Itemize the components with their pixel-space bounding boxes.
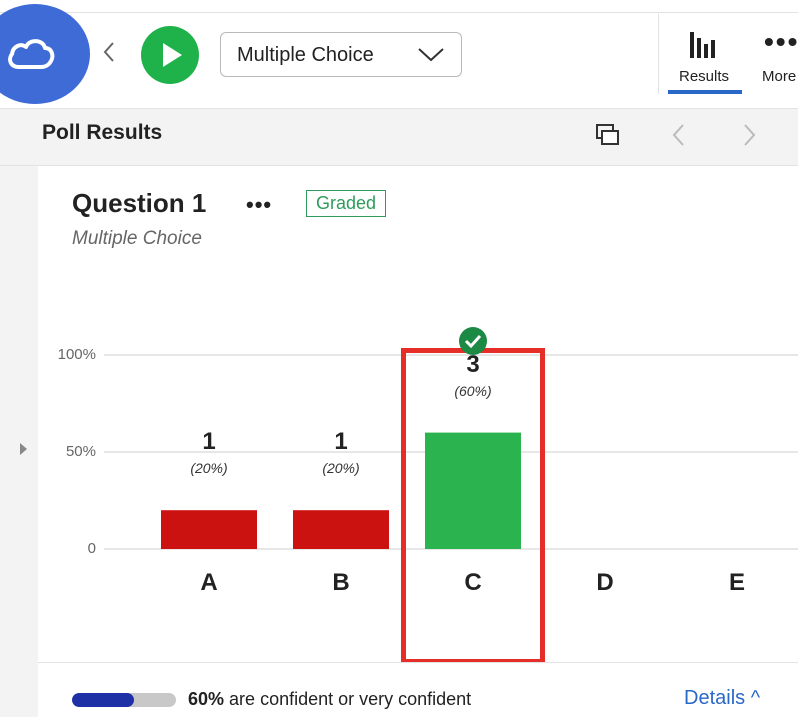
x-category-label: B [332,569,350,596]
bar-count-label: 1 [334,428,348,456]
bar-count-label: 1 [202,428,216,456]
question-type-value: Multiple Choice [237,44,374,66]
graded-badge: Graded [306,190,387,217]
correct-answer-highlight [401,348,545,664]
confidence-bar [72,693,176,707]
toolbar-divider [658,14,659,94]
app-logo[interactable] [0,4,90,104]
confidence-label: are confident or very confident [229,689,472,709]
question-more-button[interactable]: ••• [246,192,272,218]
top-toolbar: Multiple Choice Results ••• More [0,0,798,108]
tab-results-label: Results [678,68,730,85]
confidence-text: 60% are confident or very confident [188,689,471,710]
x-category-label: A [200,569,218,596]
question-card: Question 1 ••• Graded Multiple Choice 10… [38,166,798,717]
y-tick-label: 100% [57,346,96,363]
previous-question-icon[interactable] [668,121,690,149]
poll-results-header: Poll Results [0,108,798,166]
bar-percent-label: (20%) [322,460,360,477]
poll-app: Multiple Choice Results ••• More Poll Re… [0,0,798,717]
x-category-label: E [728,569,745,596]
question-subtitle: Multiple Choice [72,228,202,249]
bar-percent-label: (20%) [190,460,228,477]
tab-more[interactable]: ••• More [756,22,798,96]
results-chart: 100% 50% 0 1 (20%) A 1 (20%) B 3 (60%) C D E [38,326,798,686]
active-tab-indicator [668,90,742,94]
question-title: Question 1 [72,188,207,218]
bar-b [293,510,389,549]
x-category-label: D [596,569,614,596]
y-tick-label: 50% [65,443,96,460]
panel-title: Poll Results [42,121,163,144]
top-divider [0,12,798,13]
bar-chart-icon [690,32,715,58]
play-button[interactable] [141,26,199,84]
check-circle-icon [459,327,487,355]
popout-icon[interactable] [593,121,623,151]
caret-right-icon [20,443,27,455]
side-panel-toggle[interactable] [0,166,38,717]
chevron-left-icon[interactable] [100,40,118,64]
chevron-down-icon [418,48,444,62]
question-type-dropdown[interactable]: Multiple Choice [220,32,462,77]
bar-a [161,510,257,549]
play-icon [163,43,182,67]
confidence-bar-fill [72,693,135,707]
details-link[interactable]: Details ^ [684,687,760,710]
next-question-icon[interactable] [738,121,760,149]
tab-results[interactable]: Results [664,22,744,96]
more-dots-icon: ••• [764,26,798,57]
tab-more-label: More [762,68,797,85]
confidence-value: 60% [188,689,225,709]
cloud-icon [8,39,55,69]
y-tick-label: 0 [87,540,96,557]
confidence-footer: 60% are confident or very confident Deta… [38,662,798,717]
